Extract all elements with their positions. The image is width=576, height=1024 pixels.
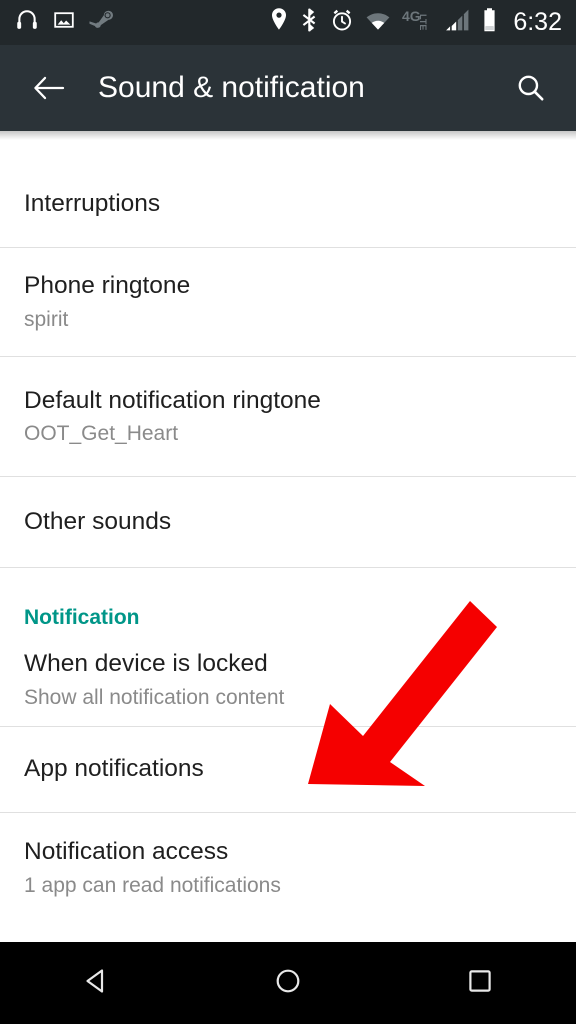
home-circle-icon xyxy=(271,964,305,1003)
list-item-default-notification-ringtone[interactable]: Default notification ringtone OOT_Get_He… xyxy=(0,357,576,476)
list-item-title: When device is locked xyxy=(24,650,268,678)
back-triangle-icon xyxy=(79,964,113,1003)
settings-list[interactable]: Interruptions Phone ringtone spirit Defa… xyxy=(0,131,576,942)
recents-square-icon xyxy=(463,964,497,1003)
status-bar-left-icons xyxy=(14,7,114,38)
steam-icon xyxy=(88,9,114,36)
bluetooth-icon xyxy=(300,7,319,38)
list-item-interruptions[interactable]: Interruptions xyxy=(0,162,576,247)
list-item-subtitle: Show all notification content xyxy=(24,685,285,709)
network-type-text: 4G xyxy=(402,8,421,24)
list-item-notification-access[interactable]: Notification access 1 app can read notif… xyxy=(0,813,576,923)
list-item-title: Notification access xyxy=(24,838,229,866)
battery-icon xyxy=(481,7,498,38)
nav-back-button[interactable] xyxy=(0,942,192,1024)
signal-bars-icon xyxy=(444,8,470,37)
phone-screen: 4G LTE 6:32 Sound & notification Interru… xyxy=(0,0,576,1024)
list-item-title: App notifications xyxy=(24,755,204,783)
status-bar-clock: 6:32 xyxy=(513,8,562,36)
action-bar: Sound & notification xyxy=(0,45,576,140)
list-item-app-notifications[interactable]: App notifications xyxy=(0,727,576,812)
list-item-title: Phone ringtone xyxy=(24,272,191,300)
status-bar: 4G LTE 6:32 xyxy=(0,0,576,45)
list-item-phone-ringtone[interactable]: Phone ringtone spirit xyxy=(0,248,576,356)
list-item-when-device-is-locked[interactable]: When device is locked Show all notificat… xyxy=(0,634,576,726)
list-item-subtitle: 1 app can read notifications xyxy=(24,873,281,897)
status-bar-right-icons: 4G LTE 6:32 xyxy=(269,7,562,38)
list-item-subtitle: OOT_Get_Heart xyxy=(24,422,179,446)
location-icon xyxy=(269,7,289,38)
list-item-subtitle: spirit xyxy=(24,307,69,331)
page-title: Sound & notification xyxy=(98,71,365,104)
list-top-spacer xyxy=(0,131,576,162)
network-type-sub-text: LTE xyxy=(418,14,428,30)
headphones-icon xyxy=(14,7,40,38)
4g-lte-icon: 4G LTE xyxy=(402,8,433,37)
list-item-other-sounds[interactable]: Other sounds xyxy=(0,477,576,567)
list-item-title: Interruptions xyxy=(24,190,161,218)
nav-recents-button[interactable] xyxy=(384,942,576,1024)
back-arrow-icon[interactable] xyxy=(26,65,72,111)
screenshot-image-icon xyxy=(52,8,76,37)
nav-home-button[interactable] xyxy=(192,942,384,1024)
section-header-notification: Notification xyxy=(24,606,140,629)
alarm-icon xyxy=(330,7,354,38)
list-item-title: Other sounds xyxy=(24,507,172,535)
list-item-title: Default notification ringtone xyxy=(24,386,321,414)
navigation-bar xyxy=(0,942,576,1024)
search-icon[interactable] xyxy=(508,65,554,111)
wifi-icon xyxy=(365,9,391,36)
